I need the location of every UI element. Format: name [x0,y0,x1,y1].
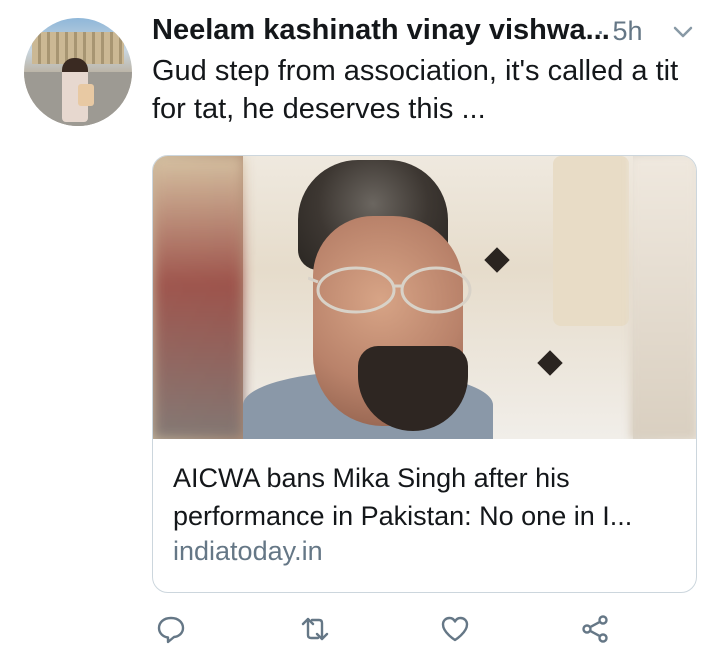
tweet-text: Gud step from association, it's called a… [152,55,679,125]
chevron-down-icon[interactable] [672,24,694,40]
link-card[interactable]: AICWA bans Mika Singh after his performa… [152,155,697,593]
author-name[interactable]: Neelam kashinath vinay vishwa... [152,14,610,47]
card-image-blur-right [630,156,696,439]
card-image-blur-left [153,156,243,439]
like-button[interactable] [436,610,474,648]
card-image-sofa [553,156,629,326]
avatar[interactable] [24,18,132,126]
reply-icon [157,616,185,644]
retweet-icon [301,617,329,641]
heart-icon [441,616,469,642]
avatar-bag [78,84,94,106]
share-button[interactable] [576,610,614,648]
retweet-button[interactable] [296,610,334,648]
share-icon [582,615,608,643]
reply-button[interactable] [152,610,190,648]
card-title[interactable]: AICWA bans Mika Singh after his performa… [173,459,683,535]
timestamp[interactable]: · 5h [596,16,643,47]
card-domain[interactable]: indiatoday.in [173,536,323,567]
action-bar [152,610,622,650]
card-image[interactable] [153,156,696,439]
card-image-glasses [308,266,472,314]
